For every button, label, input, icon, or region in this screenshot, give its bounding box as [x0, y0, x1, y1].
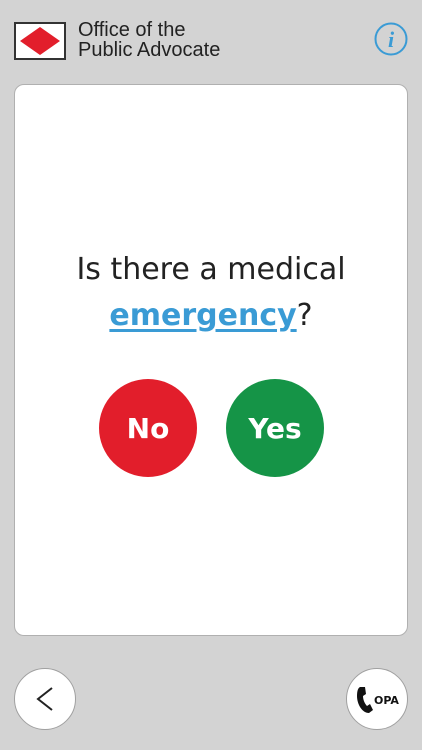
emergency-link[interactable]: emergency	[109, 298, 296, 333]
no-button-label: No	[126, 411, 170, 445]
yes-button[interactable]: Yes	[226, 379, 324, 477]
no-button[interactable]: No	[99, 379, 197, 477]
question-mark: ?	[296, 298, 313, 333]
phone-icon	[357, 687, 373, 713]
opa-logo-icon	[14, 22, 66, 60]
question-line2: emergency?	[15, 293, 407, 339]
svg-text:i: i	[388, 27, 395, 52]
app-header: Office of the Public Advocate i	[0, 0, 422, 82]
org-name-line1: Office of the	[78, 19, 186, 41]
back-button[interactable]	[14, 668, 76, 730]
call-opa-button[interactable]: OPA	[346, 668, 408, 730]
yes-button-label: Yes	[248, 411, 302, 445]
info-icon: i	[374, 22, 408, 56]
info-button[interactable]: i	[374, 22, 408, 56]
org-name: Office of the Public Advocate	[78, 20, 220, 60]
call-opa-label: OPA	[374, 694, 399, 707]
question-text: Is there a medical emergency?	[15, 247, 407, 339]
org-name-line2: Public Advocate	[78, 39, 221, 61]
question-line1: Is there a medical	[76, 252, 346, 287]
chevron-left-icon	[36, 687, 53, 711]
question-card: Is there a medical emergency? No Yes	[14, 84, 408, 636]
